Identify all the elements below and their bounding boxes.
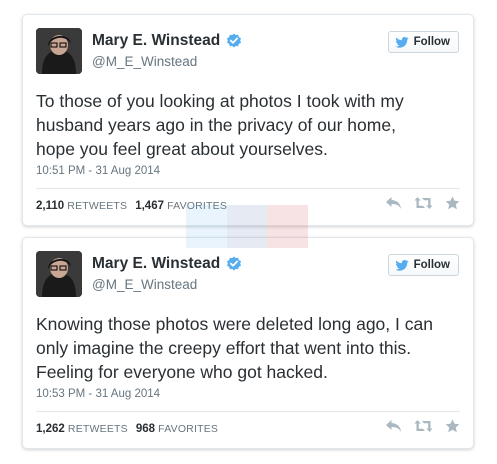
retweet-count-stat[interactable]: 2,110 RETWEETS — [36, 200, 127, 212]
tweet-card: Mary E. Winstead @M_E_Winstead Follow To… — [22, 14, 474, 226]
tweet-screenshot-page: Mary E. Winstead @M_E_Winstead Follow To… — [0, 0, 497, 464]
favorite-count: 1,467 — [135, 200, 164, 212]
display-name-text[interactable]: Mary E. Winstead — [92, 32, 220, 50]
retweets-label: RETWEETS — [67, 200, 128, 212]
divider — [36, 411, 460, 412]
display-name-text[interactable]: Mary E. Winstead — [92, 255, 220, 273]
twitter-bird-icon — [394, 36, 409, 48]
user-handle[interactable]: @M_E_Winstead — [92, 277, 197, 292]
favorites-label: FAVORITES — [158, 423, 219, 435]
reply-icon[interactable] — [385, 196, 402, 210]
follow-button[interactable]: Follow — [387, 31, 459, 53]
display-name[interactable]: Mary E. Winstead — [92, 255, 242, 273]
star-icon[interactable] — [445, 419, 460, 433]
follow-button-label: Follow — [413, 259, 450, 271]
tweet-stats: 2,110 RETWEETS 1,467 FAVORITES — [36, 200, 227, 212]
retweet-icon[interactable] — [414, 196, 433, 210]
favorite-count-stat[interactable]: 1,467 FAVORITES — [135, 200, 227, 212]
reply-icon[interactable] — [385, 419, 402, 433]
avatar[interactable] — [36, 251, 82, 297]
retweet-icon[interactable] — [414, 419, 433, 433]
tweet-card: Mary E. Winstead @M_E_Winstead Follow Kn… — [22, 237, 474, 449]
favorite-count: 968 — [135, 423, 156, 435]
tweet-text: To those of you looking at photos I took… — [36, 91, 404, 159]
retweet-count: 1,262 — [36, 423, 65, 435]
twitter-bird-icon — [394, 259, 409, 271]
verified-badge-icon — [226, 256, 242, 272]
follow-button[interactable]: Follow — [387, 254, 459, 276]
tweet-text: Knowing those photos were deleted long a… — [36, 314, 433, 382]
star-icon[interactable] — [445, 196, 460, 210]
retweet-count: 2,110 — [36, 200, 65, 212]
tweet-stats: 1,262 RETWEETS 968 FAVORITES — [36, 423, 218, 435]
retweets-label: RETWEETS — [67, 423, 128, 435]
display-name[interactable]: Mary E. Winstead — [92, 32, 242, 50]
verified-badge-icon — [226, 33, 242, 49]
favorites-label: FAVORITES — [167, 200, 228, 212]
retweet-count-stat[interactable]: 1,262 RETWEETS — [36, 423, 128, 435]
tweet-timestamp[interactable]: 10:51 PM - 31 Aug 2014 — [36, 165, 160, 177]
tweet-actions — [385, 419, 460, 433]
favorite-count-stat[interactable]: 968 FAVORITES — [136, 423, 218, 435]
avatar[interactable] — [36, 28, 82, 74]
user-handle[interactable]: @M_E_Winstead — [92, 54, 197, 69]
follow-button-label: Follow — [413, 36, 450, 48]
tweet-actions — [385, 196, 460, 210]
divider — [36, 188, 460, 189]
tweet-timestamp[interactable]: 10:53 PM - 31 Aug 2014 — [36, 388, 160, 400]
